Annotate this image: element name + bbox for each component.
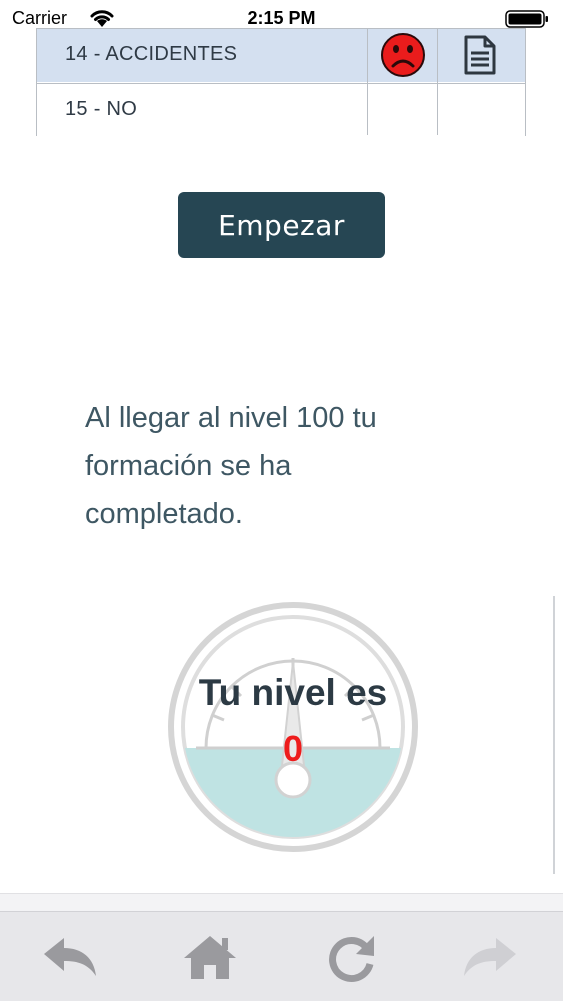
course-table: 14 - ACCIDENTES 15 - NO [36, 28, 526, 137]
info-line: Al llegar al nivel 100 tu [85, 402, 377, 434]
column-divider [437, 29, 438, 135]
gauge-title: Tu nivel es [198, 672, 388, 713]
home-button[interactable] [180, 932, 240, 982]
gauge-value: 0 [282, 728, 304, 769]
reload-button[interactable] [322, 932, 382, 982]
info-line: completado. [85, 498, 243, 530]
scroll-edge-divider [553, 596, 555, 874]
home-icon [184, 936, 236, 979]
start-button[interactable]: Empezar [178, 192, 385, 258]
clock: 2:15 PM [247, 8, 316, 28]
sad-face-icon [381, 33, 425, 77]
forward-button[interactable] [460, 932, 520, 982]
reload-icon [329, 936, 374, 982]
toolbar-separator [0, 893, 563, 912]
battery-icon [505, 10, 548, 28]
info-line: formación se ha [85, 450, 292, 482]
bottom-toolbar [0, 911, 563, 1001]
back-button[interactable] [40, 932, 100, 982]
completion-info-text: Al llegar al nivel 100 tu formación se h… [85, 394, 445, 538]
back-icon [44, 938, 96, 976]
table-row[interactable]: 14 - ACCIDENTES [37, 29, 525, 82]
row-label: 14 - ACCIDENTES [65, 43, 238, 65]
table-row[interactable]: 15 - NO [37, 83, 525, 137]
row-label: 15 - NO [65, 98, 138, 120]
level-gauge [168, 602, 418, 852]
forward-icon [464, 938, 516, 976]
document-icon[interactable] [463, 35, 497, 75]
column-divider [367, 29, 368, 135]
